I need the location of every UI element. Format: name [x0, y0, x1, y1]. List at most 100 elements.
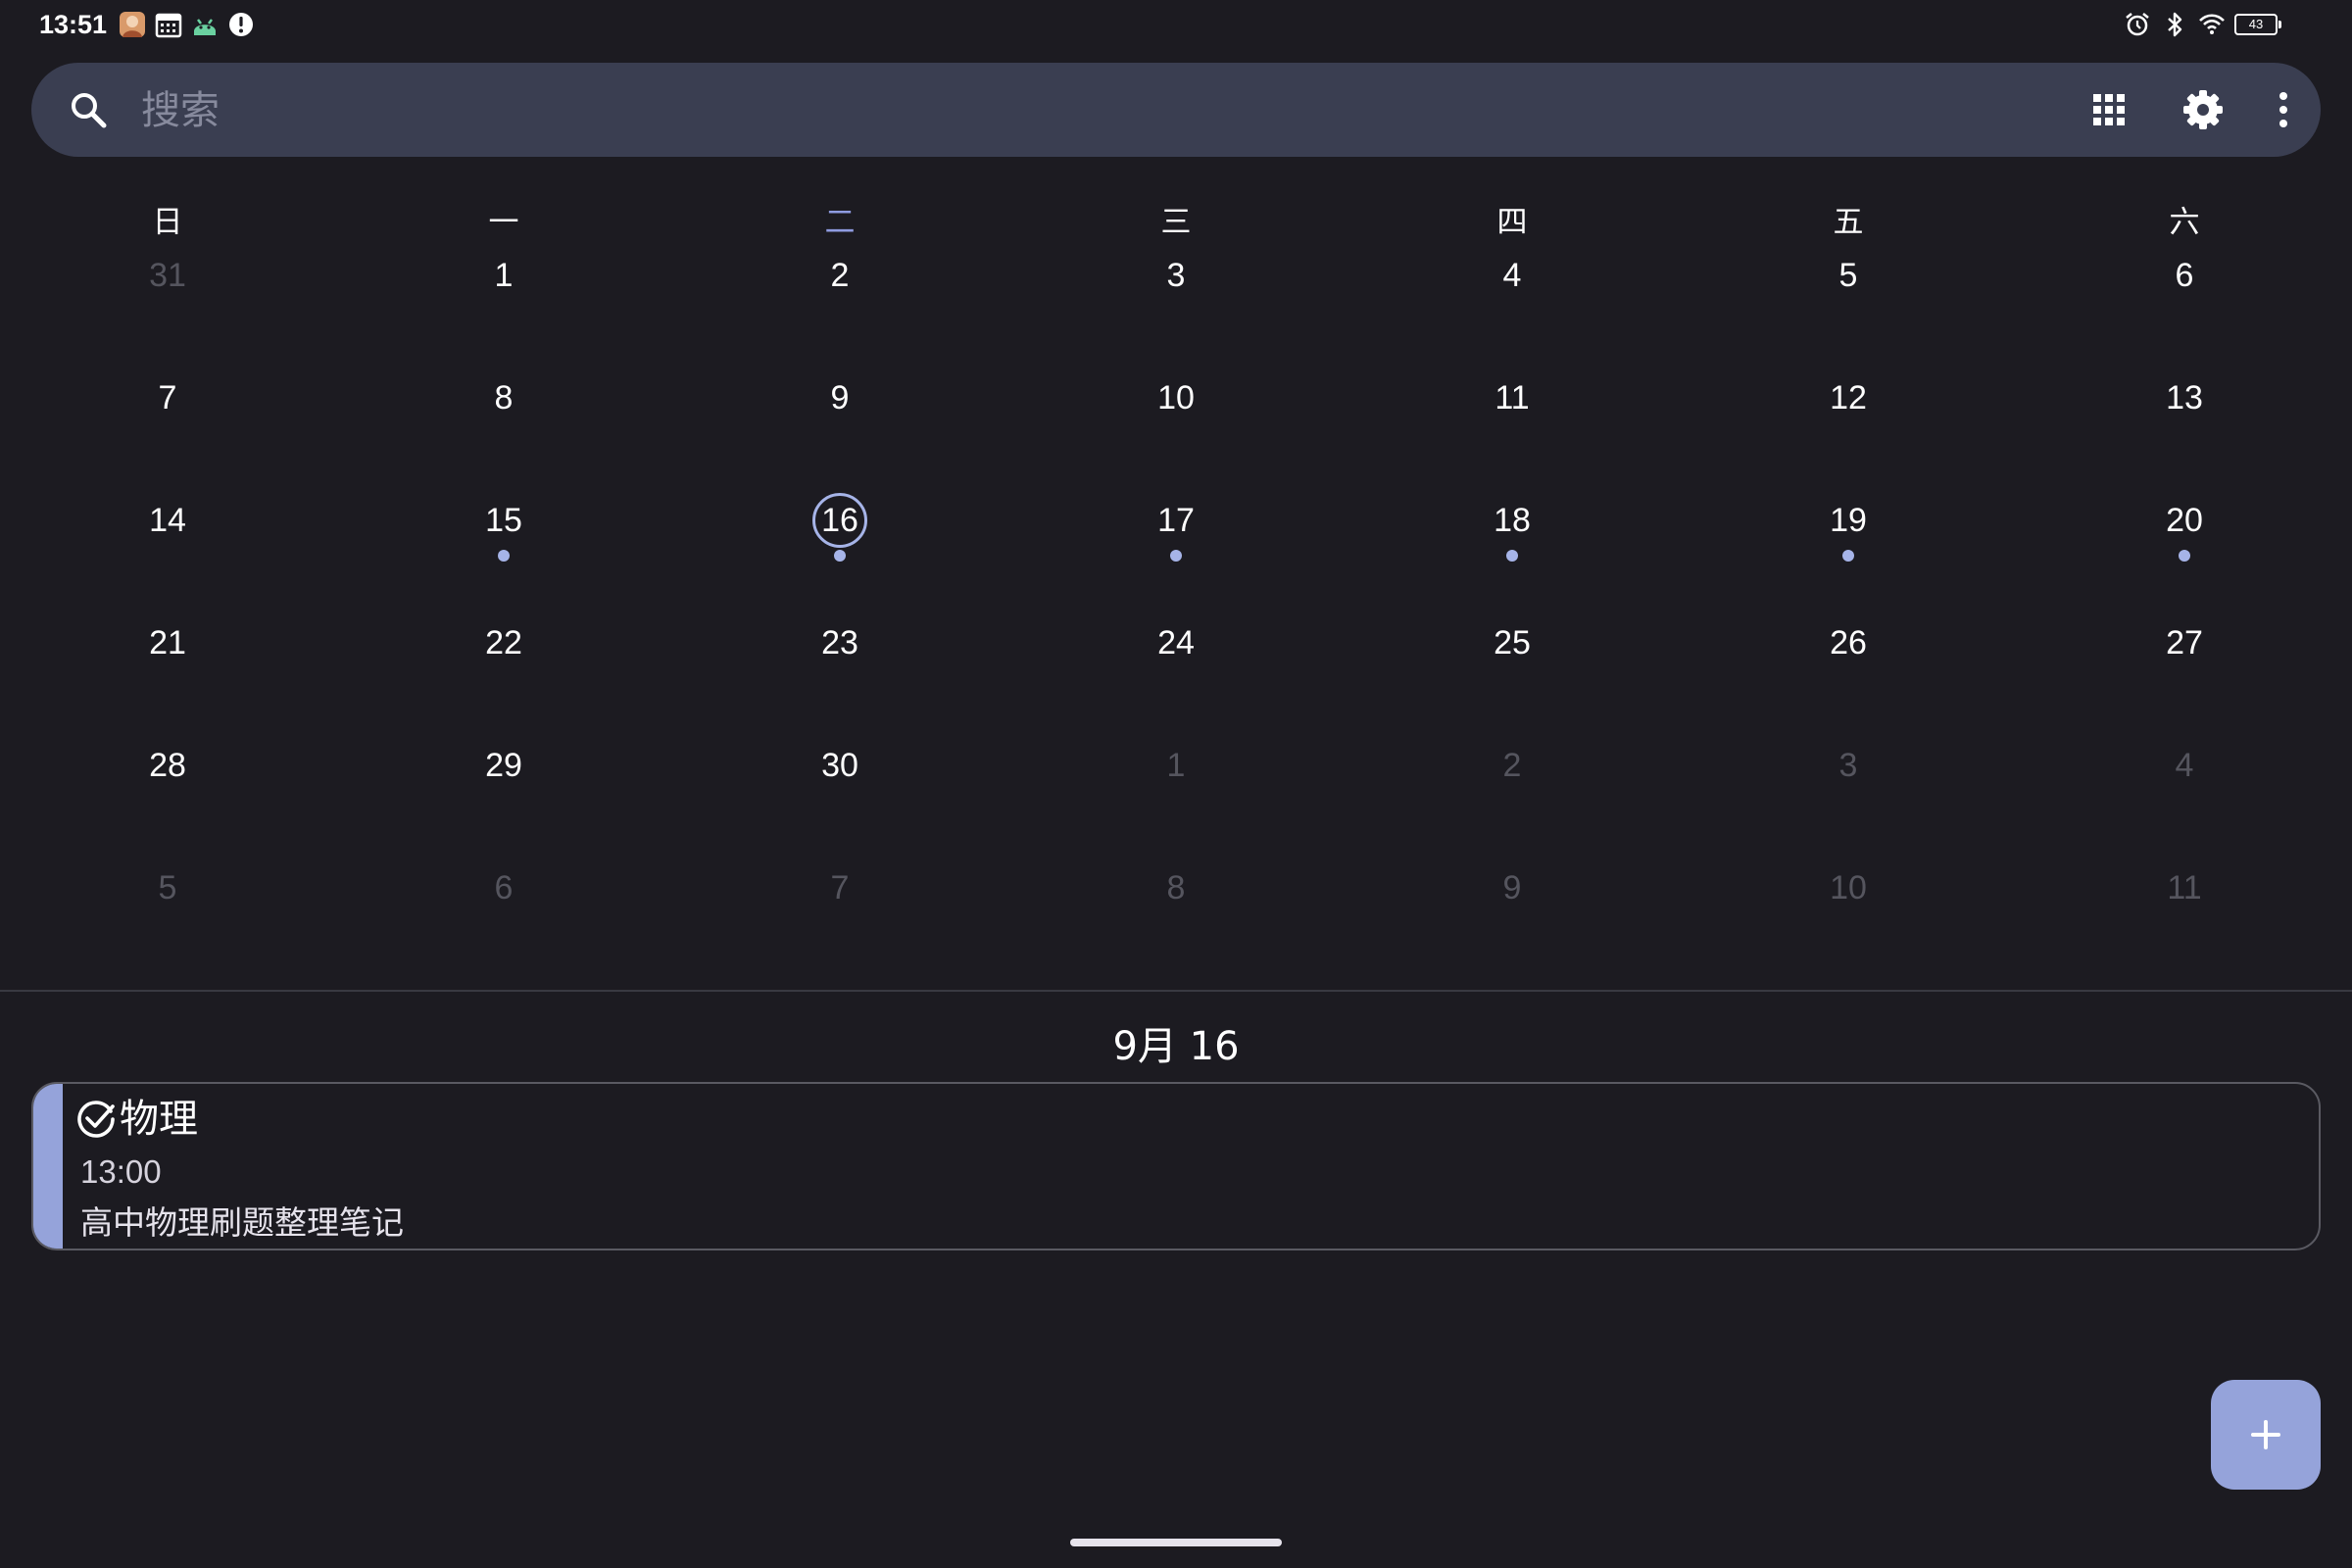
weekday-thu: 四: [1496, 205, 1528, 240]
day-cell[interactable]: 17: [1078, 491, 1274, 562]
weekday-tue: 二: [824, 205, 856, 240]
day-cell[interactable]: 7: [70, 368, 266, 427]
day-cell[interactable]: 24: [1078, 613, 1274, 672]
day-cell[interactable]: 11: [1414, 368, 1610, 427]
day-cell[interactable]: 9: [1414, 858, 1610, 917]
day-number: 3: [1838, 747, 1858, 784]
day-number: 22: [485, 624, 522, 662]
search-bar: [31, 63, 2321, 157]
day-cell[interactable]: 10: [1078, 368, 1274, 427]
day-number: 20: [2166, 502, 2203, 539]
event-description: 高中物理刷题整理笔记: [80, 1203, 404, 1242]
day-cell[interactable]: 4: [1414, 246, 1610, 305]
day-cell[interactable]: 5: [70, 858, 266, 917]
day-cell[interactable]: 28: [70, 736, 266, 795]
gesture-nav-handle[interactable]: [1070, 1539, 1282, 1546]
settings-gear-icon: [2183, 90, 2223, 129]
day-cell[interactable]: 23: [742, 613, 938, 672]
day-cell[interactable]: 1: [1078, 736, 1274, 795]
wifi-icon: [2199, 14, 2225, 34]
day-number: 18: [1494, 502, 1531, 539]
day-number: 5: [158, 869, 177, 906]
weekday-sun: 日: [152, 205, 183, 240]
day-cell[interactable]: 3: [1078, 246, 1274, 305]
day-number: 29: [485, 747, 522, 784]
day-number: 30: [821, 747, 858, 784]
day-number: 8: [494, 379, 514, 416]
day-cell[interactable]: 26: [1750, 613, 1946, 672]
day-number: 14: [149, 502, 186, 539]
notification-icons: [118, 9, 256, 40]
event-color-stripe: [33, 1084, 63, 1249]
day-cell[interactable]: 6: [2086, 246, 2282, 305]
event-dot: [2179, 550, 2190, 562]
day-cell[interactable]: 29: [406, 736, 602, 795]
day-cell[interactable]: 25: [1414, 613, 1610, 672]
day-number: 25: [1494, 624, 1531, 662]
day-cell[interactable]: 2: [742, 246, 938, 305]
day-number: 1: [494, 257, 514, 294]
week-row: 5 6 7 8 9 10 11: [0, 858, 2352, 917]
day-number: 24: [1157, 624, 1195, 662]
add-event-button[interactable]: [2211, 1380, 2321, 1490]
day-number: 11: [1494, 379, 1530, 416]
day-cell[interactable]: 10: [1750, 858, 1946, 917]
day-cell[interactable]: 3: [1750, 736, 1946, 795]
day-cell[interactable]: 12: [1750, 368, 1946, 427]
day-cell[interactable]: 31: [70, 246, 266, 305]
day-cell[interactable]: 8: [406, 368, 602, 427]
status-bar: 13:51 43: [0, 0, 2352, 49]
day-number: 27: [2166, 624, 2203, 662]
day-cell[interactable]: 1: [406, 246, 602, 305]
day-cell[interactable]: 13: [2086, 368, 2282, 427]
alarm-icon: [2126, 13, 2149, 36]
day-cell[interactable]: 27: [2086, 613, 2282, 672]
avatar-notification-icon: [120, 12, 145, 37]
day-number: 2: [1502, 747, 1522, 784]
day-number: 2: [830, 257, 850, 294]
week-row: 7 8 9 10 11 12 13: [0, 368, 2352, 427]
alert-notification-icon: [229, 13, 253, 36]
day-number: 12: [1830, 379, 1867, 416]
day-number: 17: [1157, 502, 1195, 539]
day-number: 7: [830, 869, 850, 906]
weekday-wed: 三: [1160, 205, 1192, 240]
more-options-button[interactable]: [2256, 82, 2311, 137]
day-number: 5: [1838, 257, 1858, 294]
day-cell[interactable]: 9: [742, 368, 938, 427]
event-card[interactable]: 物理 13:00 高中物理刷题整理笔记: [31, 1082, 2321, 1250]
day-number: 31: [149, 257, 186, 294]
day-cell[interactable]: 30: [742, 736, 938, 795]
day-cell[interactable]: 2: [1414, 736, 1610, 795]
week-row: 14 15 16 17 18 19 20: [0, 491, 2352, 562]
day-cell-selected[interactable]: 16: [742, 491, 938, 562]
day-cell[interactable]: 8: [1078, 858, 1274, 917]
weekday-fri: 五: [1833, 205, 1864, 240]
settings-button[interactable]: [2176, 82, 2230, 137]
event-dot: [834, 550, 846, 562]
event-dot: [1170, 550, 1182, 562]
day-cell[interactable]: 7: [742, 858, 938, 917]
day-cell[interactable]: 14: [70, 491, 266, 550]
day-cell[interactable]: 21: [70, 613, 266, 672]
search-input[interactable]: [139, 80, 1907, 141]
calendar-app-screen: 13:51 43 搜索 日 一 二 三 四 五 六 31 1 2 3 4 5 6…: [0, 0, 2352, 1568]
day-cell[interactable]: 19: [1750, 491, 1946, 562]
day-cell[interactable]: 5: [1750, 246, 1946, 305]
day-cell[interactable]: 4: [2086, 736, 2282, 795]
day-cell[interactable]: 18: [1414, 491, 1610, 562]
day-cell[interactable]: 11: [2086, 858, 2282, 917]
day-number: 4: [2175, 747, 2194, 784]
plus-icon: [2251, 1420, 2280, 1449]
weekday-sat: 六: [2169, 205, 2200, 240]
day-cell[interactable]: 20: [2086, 491, 2282, 562]
day-cell[interactable]: 22: [406, 613, 602, 672]
grid-view-button[interactable]: [2082, 82, 2136, 137]
day-number: 19: [1830, 502, 1867, 539]
day-cell[interactable]: 15: [406, 491, 602, 562]
more-vertical-icon: [2279, 92, 2287, 127]
system-status-icons: 43: [2123, 9, 2281, 40]
day-number: 6: [2175, 257, 2194, 294]
day-cell[interactable]: 6: [406, 858, 602, 917]
search-icon[interactable]: [65, 86, 112, 133]
